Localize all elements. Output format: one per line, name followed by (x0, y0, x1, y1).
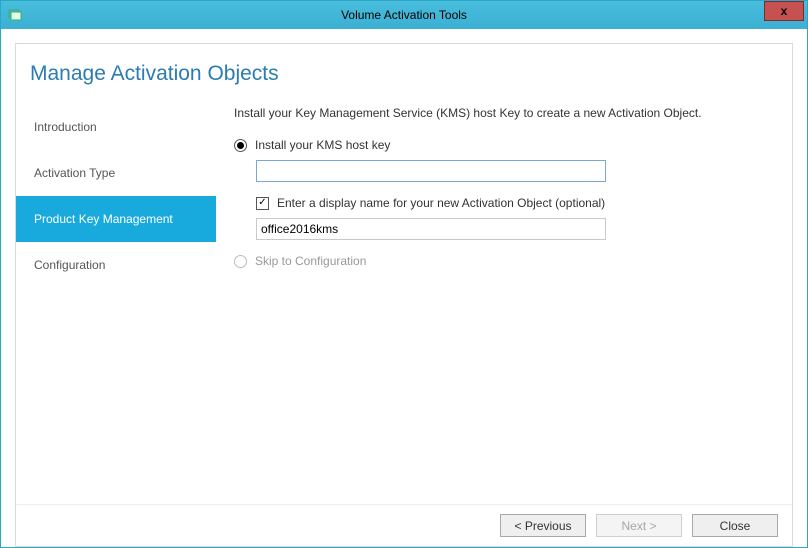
radio-unselected-icon (234, 255, 247, 268)
sidebar-item-label: Activation Type (34, 166, 115, 180)
skip-configuration-option: Skip to Configuration (234, 254, 772, 268)
install-kms-option[interactable]: Install your KMS host key (234, 138, 772, 152)
display-name-option[interactable]: ✓ Enter a display name for your new Acti… (256, 196, 772, 210)
sidebar-item-label: Configuration (34, 258, 105, 272)
next-button[interactable]: Next > (596, 514, 682, 537)
window: Volume Activation Tools x Manage Activat… (0, 0, 808, 548)
display-name-block: ✓ Enter a display name for your new Acti… (256, 196, 772, 240)
sidebar: Introduction Activation Type Product Key… (16, 98, 216, 504)
footer: < Previous Next > Close (16, 504, 792, 546)
kms-host-key-input[interactable] (256, 160, 606, 182)
previous-button[interactable]: < Previous (500, 514, 586, 537)
skip-configuration-label: Skip to Configuration (255, 254, 366, 268)
content-area: Manage Activation Objects Introduction A… (1, 29, 807, 547)
display-name-input[interactable] (256, 218, 606, 240)
sidebar-item-introduction[interactable]: Introduction (16, 104, 216, 150)
window-title: Volume Activation Tools (1, 8, 807, 22)
columns: Introduction Activation Type Product Key… (16, 98, 792, 504)
sidebar-item-activation-type[interactable]: Activation Type (16, 150, 216, 196)
instruction-text: Install your Key Management Service (KMS… (234, 106, 772, 120)
display-name-label: Enter a display name for your new Activa… (277, 196, 605, 210)
checkbox-checked-icon: ✓ (256, 197, 269, 210)
main-panel: Install your Key Management Service (KMS… (216, 98, 792, 504)
sidebar-item-label: Introduction (34, 120, 97, 134)
radio-selected-icon (234, 139, 247, 152)
sidebar-item-product-key-management[interactable]: Product Key Management (16, 196, 216, 242)
titlebar: Volume Activation Tools x (1, 1, 807, 29)
kms-key-block (256, 160, 772, 182)
sidebar-item-label: Product Key Management (34, 212, 173, 226)
close-button[interactable]: x (764, 1, 804, 21)
wizard-panel: Manage Activation Objects Introduction A… (15, 43, 793, 547)
app-icon (7, 7, 23, 23)
close-icon: x (781, 5, 788, 17)
page-title: Manage Activation Objects (16, 44, 792, 98)
close-button-footer[interactable]: Close (692, 514, 778, 537)
install-kms-label: Install your KMS host key (255, 138, 390, 152)
sidebar-item-configuration[interactable]: Configuration (16, 242, 216, 288)
